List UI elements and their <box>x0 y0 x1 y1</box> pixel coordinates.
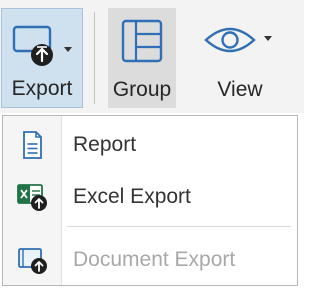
group-icon <box>121 19 163 63</box>
menu-item-label: Report <box>73 133 137 156</box>
group-button[interactable]: Group <box>108 8 176 108</box>
ribbon-toolbar: Export Group View <box>0 0 304 113</box>
group-label: Group <box>112 78 172 101</box>
menu-item-excel-export[interactable]: Excel Export <box>3 174 297 220</box>
export-dropdown-menu: Report Excel Export Document Export <box>2 115 298 286</box>
menu-item-label: Document Export <box>73 248 236 271</box>
chevron-down-icon <box>64 47 72 52</box>
export-button[interactable]: Export <box>1 8 83 108</box>
ribbon-separator <box>94 12 95 104</box>
menu-item-report[interactable]: Report <box>3 122 297 168</box>
menu-item-document-export[interactable]: Document Export <box>3 237 297 283</box>
document-export-icon <box>18 248 47 274</box>
excel-export-icon <box>17 184 47 211</box>
view-label: View <box>217 78 263 101</box>
eye-icon <box>204 27 272 53</box>
report-document-icon <box>23 131 42 159</box>
menu-item-label: Excel Export <box>73 185 191 208</box>
chevron-down-icon <box>264 36 272 41</box>
export-icon <box>12 25 72 66</box>
menu-separator <box>67 226 291 227</box>
view-button[interactable]: View <box>196 8 284 108</box>
export-label: Export <box>11 77 73 100</box>
